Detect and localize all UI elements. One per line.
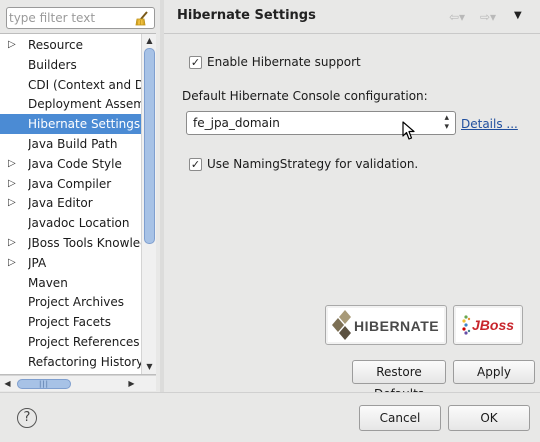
tree-item-label: Refactoring History [28,354,141,369]
scroll-thumb[interactable] [144,48,155,244]
tree-item-label: Java Editor [28,196,93,211]
back-icon[interactable]: ⇦▾ [449,10,465,24]
preferences-tree[interactable]: ▷ Resource Builders CDI (Context and Depend… [0,33,156,375]
tree-item-label: Project Facets [28,315,111,330]
scroll-right-icon[interactable]: ▶ [126,378,137,389]
tree-item[interactable]: Builders [0,55,141,75]
tree-item-label: CDI (Context and Dependency Injection) [28,77,141,92]
clear-filter-icon[interactable] [134,10,151,27]
jboss-logo-text: JBoss [472,317,514,333]
horizontal-scroll-thumb[interactable]: ||| [17,379,71,389]
enable-hibernate-label: Enable Hibernate support [207,55,361,69]
apply-button[interactable]: Apply [453,360,535,384]
tree-item-label: JBoss Tools Knowledge Base [28,236,141,250]
jboss-logo: JBoss [453,305,523,345]
jboss-logo-icon: JBoss [462,315,514,335]
tree-item-label: Project Archives [28,295,125,310]
tree-item-label: Resource [28,38,84,52]
tree-item-label: Java Compiler [28,176,112,191]
tree-item[interactable]: Project Facets [0,312,141,332]
hibernate-logo: HIBERNATE [325,305,447,345]
tree-item-label: Hibernate Settings [28,117,141,132]
tree-item[interactable]: Project Archives [0,292,141,312]
tree-item[interactable]: Refactoring History [0,352,141,372]
naming-strategy-checkbox[interactable]: ✓ [189,158,202,171]
tree-item[interactable]: ▷ Java Code Style [0,154,141,174]
settings-page: Hibernate Settings ⇦▾ ⇨▾ ▼ ✓ Enable Hibe… [164,0,540,401]
tree-item-label: Java Build Path [28,137,118,151]
naming-strategy-label: Use NamingStrategy for validation. [207,157,419,171]
tree-item[interactable]: ▷ Resource [0,35,141,55]
filter-field[interactable] [6,7,155,29]
console-config-value: fe_jpa_domain [193,116,280,130]
scroll-up-icon[interactable]: ▲ [144,35,155,46]
tree-item-label: JPA [28,255,47,270]
tree-item-label: Java Code Style [28,156,122,171]
tree-item-label: Javadoc Location [28,216,130,231]
tree-item[interactable]: ▷ Java Compiler [0,174,141,194]
page-header: Hibernate Settings ⇦▾ ⇨▾ ▼ [164,0,540,34]
view-menu-icon[interactable]: ▼ [514,10,522,21]
tree-item[interactable]: Maven [0,273,141,293]
tree-item[interactable]: ▷ JBoss Tools Knowledge Base [0,233,141,253]
expand-arrow-icon[interactable]: ▷ [8,238,16,248]
tree-item-label: Maven [28,275,68,290]
tree-vertical-scrollbar[interactable]: ▲ ▼ [141,34,156,374]
page-title: Hibernate Settings [177,8,316,23]
tree-item[interactable]: Deployment Assembly [0,94,141,114]
expand-arrow-icon[interactable]: ▷ [8,257,16,268]
tree-item[interactable]: Javadoc Location [0,213,141,233]
console-config-label: Default Hibernate Console configuration: [182,89,428,103]
tree-item[interactable]: ▷ JPA [0,253,141,273]
tree-horizontal-scrollbar[interactable]: ◀ ||| ▶ [0,375,156,391]
tree-item[interactable]: Hibernate Settings [0,114,141,135]
tree-item-label: Builders [28,57,77,72]
tree-item-label: Project References [28,335,140,349]
filter-input[interactable] [9,9,131,27]
tree-item-label: Deployment Assembly [28,97,141,112]
mouse-pointer-icon [402,121,415,140]
updown-chevron-icon: ▴ ▾ [444,113,449,132]
expand-arrow-icon[interactable]: ▷ [8,178,16,189]
dialog-button-bar: ? Cancel OK [0,392,540,442]
ok-button[interactable]: OK [448,405,530,431]
hibernate-logo-text: HIBERNATE [354,318,439,334]
scroll-left-icon[interactable]: ◀ [2,378,13,389]
expand-arrow-icon[interactable]: ▷ [8,40,16,50]
tree-item[interactable]: Project References [0,332,141,352]
tree-item[interactable]: CDI (Context and Dependency Injection) [0,75,141,95]
preferences-navigation-pane: ▷ Resource Builders CDI (Context and Depend… [0,0,164,392]
forward-icon[interactable]: ⇨▾ [480,10,496,24]
expand-arrow-icon[interactable]: ▷ [8,158,16,169]
details-link[interactable]: Details ... [461,117,518,131]
help-icon[interactable]: ? [17,408,37,428]
cancel-button[interactable]: Cancel [359,405,441,431]
enable-hibernate-checkbox[interactable]: ✓ [189,56,202,69]
expand-arrow-icon[interactable]: ▷ [8,198,16,208]
tree-item[interactable]: ▷ Java Editor [0,193,141,213]
scroll-down-icon[interactable]: ▼ [144,361,155,372]
hibernate-logo-icon: HIBERNATE [332,310,439,340]
tree-item[interactable]: Java Build Path [0,134,141,154]
restore-defaults-button[interactable]: Restore Defaults [352,360,446,401]
